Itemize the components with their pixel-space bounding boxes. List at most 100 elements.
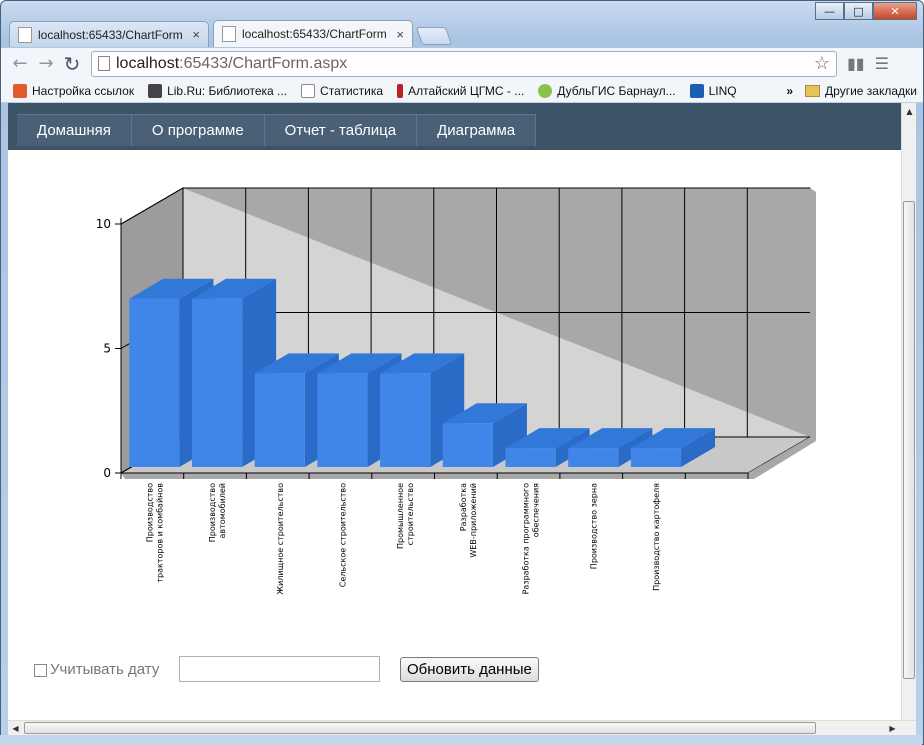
x-tick-label-line: Жилищное строительство: [276, 483, 285, 595]
x-tick-label-line: Производство: [208, 483, 217, 542]
bookmark-item[interactable]: Алтайский ЦГМС - ...: [397, 83, 525, 98]
bookmarks-overflow-icon[interactable]: »: [786, 84, 793, 98]
vertical-scrollbar[interactable]: ▲: [901, 103, 916, 720]
bookmark-label: Lib.Ru: Библиотека ...: [167, 83, 288, 98]
y-tick-label: 10: [96, 217, 111, 231]
bookmark-label: Настройка ссылок: [32, 83, 135, 98]
x-tick-label-line: строительство: [406, 483, 415, 545]
x-tick-label: Разработка WEB-приложений: [459, 483, 478, 558]
window-bottom-border: [0, 735, 922, 745]
scroll-up-icon[interactable]: ▲: [902, 103, 917, 119]
url-path: :65433/ChartForm.aspx: [179, 54, 348, 72]
use-date-label: Учитывать дату: [50, 661, 160, 678]
page-icon: [98, 56, 110, 71]
tab-label: localhost:65433/ChartForm: [242, 27, 387, 41]
address-bar[interactable]: localhost:65433/ChartForm.aspx ☆: [91, 50, 837, 77]
x-tick-label: Производство автомобилей: [208, 483, 227, 542]
site-navbar: Домашняя О программе Отчет - таблица Диа…: [8, 103, 901, 150]
bookmark-star-icon[interactable]: ☆: [814, 53, 830, 74]
page-viewport: Домашняя О программе Отчет - таблица Диа…: [8, 103, 901, 720]
bar: [129, 298, 180, 467]
site-menu: Домашняя О программе Отчет - таблица Диа…: [17, 114, 537, 146]
bookmark-item[interactable]: Статистика: [301, 83, 384, 98]
reload-icon[interactable]: ↻: [59, 51, 85, 77]
scroll-right-icon[interactable]: ▶: [885, 721, 900, 736]
other-bookmarks-folder[interactable]: Другие закладки: [805, 84, 917, 98]
bookmark-item[interactable]: ДубльГИС Барнаул...: [538, 83, 676, 98]
bar: [380, 373, 431, 467]
y-tick-label: 0: [103, 466, 111, 480]
tab-label: localhost:65433/ChartForm: [38, 27, 183, 42]
x-tick-label: Разработка программного обеспечения: [522, 483, 541, 595]
window-controls: — □ ✕: [815, 2, 917, 20]
close-tab-icon[interactable]: ×: [396, 27, 404, 42]
bar: [254, 373, 305, 467]
bar: [442, 423, 493, 467]
close-tab-icon[interactable]: ×: [192, 27, 200, 42]
folder-label: Другие закладки: [825, 83, 917, 98]
forward-icon[interactable]: →: [33, 51, 59, 77]
bookmarks-bar: Настройка ссылок Lib.Ru: Библиотека ... …: [1, 79, 923, 103]
x-tick-label: Производство тракторов и комбайнов: [145, 483, 164, 583]
maximize-button[interactable]: □: [844, 2, 873, 20]
browser-tab[interactable]: localhost:65433/ChartForm ×: [9, 21, 209, 47]
page-icon: [18, 26, 32, 43]
bookmark-item[interactable]: Lib.Ru: Библиотека ...: [148, 83, 288, 98]
menu-item-report-table[interactable]: Отчет - таблица: [264, 114, 418, 146]
page-stats-icon[interactable]: ▮▮: [847, 54, 865, 73]
x-tick-label-line: Промышленное: [396, 483, 405, 549]
x-tick-label-line: Производство зерна: [589, 483, 598, 569]
menu-item-chart[interactable]: Диаграмма: [417, 114, 537, 146]
menu-item-home[interactable]: Домашняя: [17, 114, 132, 146]
thermometer-icon: [397, 83, 404, 98]
y-tick-label: 5: [103, 342, 111, 356]
bookmark-item[interactable]: Настройка ссылок: [13, 83, 135, 98]
filter-controls: Учитывать дату Обновить данные: [8, 655, 901, 691]
minimize-button[interactable]: —: [815, 2, 844, 20]
x-tick-label-line: автомобилей: [218, 483, 227, 538]
date-input[interactable]: [179, 656, 380, 682]
menu-item-about[interactable]: О программе: [131, 114, 265, 146]
bookmark-label: ДубльГИС Барнаул...: [557, 83, 676, 98]
scroll-left-icon[interactable]: ◀: [8, 721, 23, 736]
bar: [505, 448, 556, 467]
x-tick-label-line: Разработка: [459, 483, 468, 531]
x-tick-label-line: Производство: [145, 483, 154, 542]
use-date-checkbox[interactable]: [34, 664, 47, 677]
x-tick-label-line: Разработка программного: [522, 483, 531, 595]
bookmark-item[interactable]: LINQ: [689, 83, 737, 98]
2gis-icon: [538, 83, 553, 98]
bookmark-label: LINQ: [708, 83, 737, 98]
bar: [191, 298, 243, 467]
menu-icon[interactable]: ☰: [875, 54, 889, 73]
x-tick-label: Производство зерна: [589, 483, 598, 569]
refresh-data-button[interactable]: Обновить данные: [400, 657, 539, 682]
new-tab-button[interactable]: [415, 27, 453, 45]
bookmark-label: Статистика: [320, 83, 384, 98]
x-tick-label: Сельское строительство: [338, 483, 347, 587]
x-tick-label-line: WEB-приложений: [469, 483, 478, 558]
horizontal-scroll-thumb[interactable]: [24, 722, 816, 734]
back-icon[interactable]: ←: [7, 51, 33, 77]
browser-tab-active[interactable]: localhost:65433/ChartForm ×: [213, 20, 413, 47]
close-window-button[interactable]: ✕: [873, 2, 917, 20]
horizontal-scrollbar[interactable]: ◀ ▶: [8, 720, 916, 735]
x-tick-label-line: Производство картофеля: [652, 483, 661, 591]
page-icon: [301, 83, 316, 98]
page-icon: [222, 26, 236, 42]
url-host: localhost: [116, 54, 180, 72]
bar: [630, 448, 682, 467]
vertical-scroll-thumb[interactable]: [903, 201, 915, 679]
x-tick-label: Промышленное строительство: [396, 483, 415, 549]
x-tick-label: Жилищное строительство: [276, 483, 285, 595]
x-tick-label-line: Сельское строительство: [338, 483, 347, 587]
folder-icon: [805, 84, 821, 97]
bar-chart-3d: 0510Производство тракторов и комбайнов Про…: [96, 187, 816, 595]
x-tick-label-line: обеспечения: [532, 483, 541, 537]
x-tick-label-line: тракторов и комбайнов: [155, 483, 164, 583]
linq-icon: [689, 83, 704, 98]
bar: [568, 448, 619, 467]
bookmark-label: Алтайский ЦГМС - ...: [408, 83, 525, 98]
windows-icon: [13, 83, 27, 98]
browser-toolbar: ← → ↻ localhost:65433/ChartForm.aspx ☆ ▮…: [1, 47, 923, 79]
